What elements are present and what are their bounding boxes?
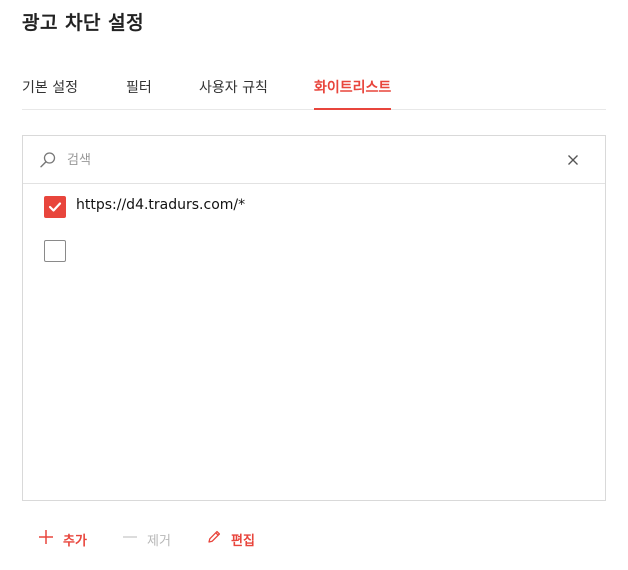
settings-tabs: 기본 설정 필터 사용자 규칙 화이트리스트	[22, 72, 606, 110]
plus-icon	[38, 529, 54, 549]
tab-filters[interactable]: 필터	[126, 78, 152, 110]
page-title: 광고 차단 설정	[22, 12, 145, 34]
whitelist-list: https://d4.tradurs.com/*	[23, 184, 605, 272]
list-item: https://d4.tradurs.com/*	[23, 184, 605, 228]
add-button-label: 추가	[63, 533, 87, 549]
edit-button[interactable]: 편집	[206, 528, 255, 550]
add-button[interactable]: 추가	[38, 528, 87, 550]
remove-button-label: 제거	[147, 533, 171, 549]
tab-basic-settings[interactable]: 기본 설정	[22, 78, 78, 110]
search-input[interactable]	[67, 148, 547, 172]
item-label: https://d4.tradurs.com/*	[76, 197, 246, 213]
action-bar: 추가 제거 편집	[38, 528, 338, 550]
item-checkbox[interactable]	[44, 196, 66, 218]
search-bar	[23, 136, 605, 184]
item-checkbox[interactable]	[44, 240, 66, 262]
check-icon	[48, 202, 62, 212]
remove-button[interactable]: 제거	[122, 528, 171, 550]
list-item	[23, 228, 605, 272]
pencil-icon	[206, 529, 222, 549]
tab-whitelist[interactable]: 화이트리스트	[314, 78, 392, 110]
close-icon[interactable]	[565, 152, 581, 168]
minus-icon	[122, 529, 138, 549]
edit-button-label: 편집	[231, 533, 255, 549]
tab-user-rules[interactable]: 사용자 규칙	[199, 78, 268, 110]
search-icon	[39, 151, 57, 169]
whitelist-panel: https://d4.tradurs.com/*	[22, 135, 606, 501]
